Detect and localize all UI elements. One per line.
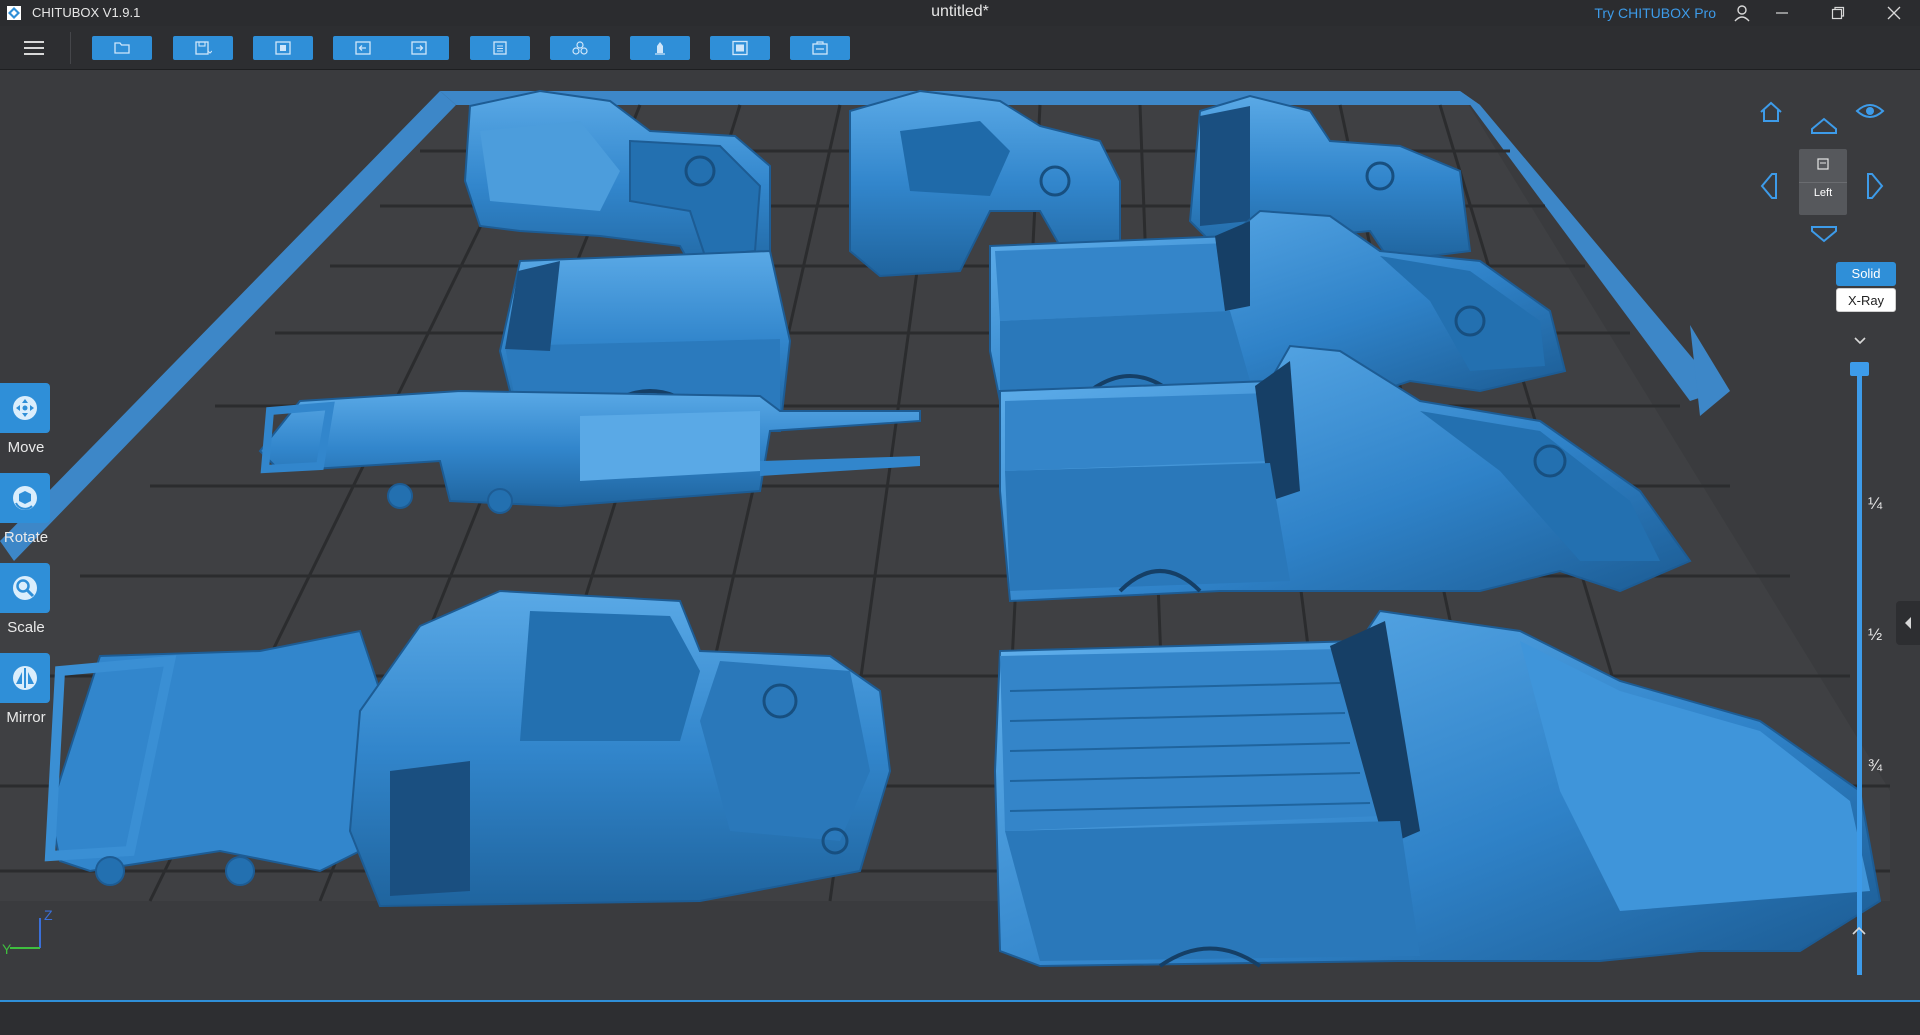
user-icon[interactable] (1732, 3, 1752, 23)
mirror-tool[interactable]: Mirror (0, 653, 52, 739)
mirror-icon (13, 666, 37, 690)
view-bottom-icon[interactable] (1804, 221, 1844, 245)
try-pro-link[interactable]: Try CHITUBOX Pro (1594, 5, 1716, 21)
slider-mark-three-quarters: ¾ (1868, 756, 1883, 775)
view-left-icon[interactable] (1758, 166, 1782, 206)
slice-button[interactable] (790, 36, 850, 60)
model-chassis-2[interactable] (44, 629, 382, 886)
settings-button[interactable] (470, 36, 530, 60)
title-bar: CHITUBOX V1.9.1 untitled* Try CHITUBOX P… (0, 0, 1920, 26)
move-tool-tile[interactable] (0, 383, 50, 433)
layout-icon (275, 41, 291, 55)
redo-button[interactable] (389, 36, 449, 60)
app-title: CHITUBOX V1.9.1 (32, 5, 141, 20)
support-icon (655, 42, 665, 55)
save-icon (195, 41, 212, 55)
toolbar-separator (70, 32, 71, 64)
status-bar (0, 1000, 1920, 1035)
move-label: Move (7, 439, 45, 456)
slice-icon (812, 41, 828, 55)
chevron-up-icon[interactable] (1848, 923, 1870, 939)
view-cube-label: Left (1813, 187, 1833, 199)
slider-mark-quarter: ¼ (1868, 494, 1883, 513)
build-plate-scene[interactable] (0, 71, 1920, 1000)
rotate-icon (13, 486, 37, 510)
restore-button[interactable] (1812, 0, 1864, 26)
restore-icon (1831, 6, 1845, 20)
open-file-button[interactable] (92, 36, 152, 60)
scale-icon (13, 576, 37, 600)
settings-icon (493, 41, 507, 55)
xray-mode-button[interactable]: X-Ray (1836, 288, 1896, 312)
z-axis-label: Z (44, 907, 53, 923)
scale-label: Scale (7, 619, 45, 636)
redo-icon (411, 41, 427, 55)
mirror-label: Mirror (6, 709, 46, 726)
3d-viewport[interactable]: Move Rotate Scale Mirror Z Y Left Solid … (0, 71, 1920, 1000)
view-cube[interactable]: Left (1799, 149, 1847, 215)
layer-slider-track[interactable] (1857, 365, 1862, 975)
slider-mark-half: ½ (1868, 625, 1883, 644)
folder-icon (114, 42, 130, 54)
eye-icon[interactable] (1854, 99, 1886, 123)
y-axis-label: Y (2, 941, 12, 957)
view-cube-top[interactable] (1799, 149, 1847, 183)
move-tool[interactable]: Move (0, 383, 52, 469)
move-icon (13, 396, 37, 420)
cubes-icon (572, 41, 588, 55)
printer-icon (1817, 158, 1829, 170)
rotate-label: Rotate (3, 529, 49, 546)
hollow-button[interactable] (710, 36, 770, 60)
chevron-down-icon[interactable] (1850, 334, 1870, 348)
save-button[interactable] (173, 36, 233, 60)
mirror-tool-tile[interactable] (0, 653, 50, 703)
axis-gizmo: Z Y (2, 907, 53, 957)
close-icon (1887, 6, 1901, 20)
view-right-icon[interactable] (1862, 166, 1886, 206)
hollow-icon (732, 40, 748, 56)
scale-tool[interactable]: Scale (0, 563, 52, 649)
home-icon[interactable] (1752, 93, 1790, 131)
multi-model-button[interactable] (550, 36, 610, 60)
support-button[interactable] (630, 36, 690, 60)
main-toolbar (0, 26, 1920, 70)
solid-mode-button[interactable]: Solid (1836, 262, 1896, 286)
close-button[interactable] (1868, 0, 1920, 26)
undo-button[interactable] (333, 36, 393, 60)
layer-slider-top-thumb[interactable] (1850, 362, 1869, 376)
auto-layout-button[interactable] (253, 36, 313, 60)
view-top-icon[interactable] (1804, 115, 1844, 139)
rotate-tool[interactable]: Rotate (0, 473, 52, 559)
minimize-button[interactable] (1756, 0, 1808, 26)
scale-tool-tile[interactable] (0, 563, 50, 613)
undo-icon (355, 41, 371, 55)
chevron-left-icon (1905, 617, 1911, 629)
chitubox-logo-icon (7, 6, 21, 20)
rotate-tool-tile[interactable] (0, 473, 50, 523)
hamburger-menu-icon[interactable] (20, 36, 48, 60)
collapse-panel-tab[interactable] (1896, 601, 1920, 645)
minimize-icon (1776, 12, 1788, 14)
